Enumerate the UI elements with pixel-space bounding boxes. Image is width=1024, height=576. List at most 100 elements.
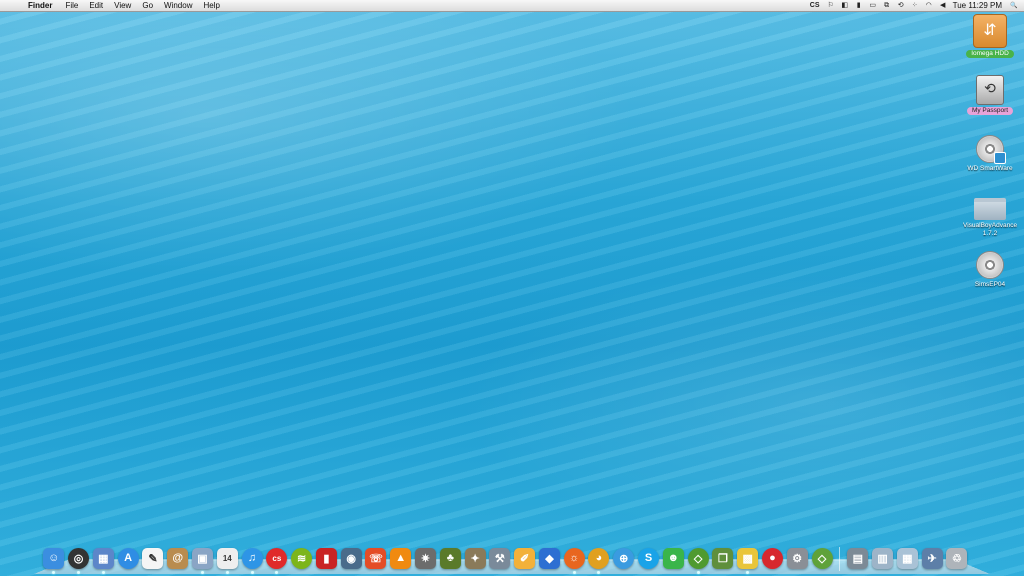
finder-icon: ☺ (43, 547, 65, 569)
dock-item-downloads-stack[interactable]: ▦ (896, 545, 920, 571)
menu-finder[interactable]: Finder (28, 0, 52, 12)
running-indicator (200, 571, 204, 574)
messages-icon: ☏ (365, 547, 387, 569)
running-indicator (572, 571, 576, 574)
dock-item-calendar[interactable]: 14 (215, 545, 239, 574)
dock-item-textedit[interactable]: ✎ (141, 545, 165, 571)
dock-item-system-preferences[interactable]: ⚙ (785, 545, 809, 571)
dock-item-vlc[interactable]: ▲ (389, 545, 413, 571)
menu-help[interactable]: Help (203, 0, 219, 12)
dock-item-applications-stack[interactable]: ▤ (846, 545, 870, 571)
disc-icon (976, 135, 1006, 164)
dock-item-sims-launcher[interactable]: ◇ (810, 545, 834, 571)
desktop-icon-label: SimsEP04 (974, 281, 1006, 288)
dock-item-firefox[interactable]: ☼ (562, 545, 586, 574)
running-indicator (250, 571, 254, 574)
menu-window[interactable]: Window (164, 0, 192, 12)
menu-edit[interactable]: Edit (89, 0, 103, 12)
sims-expansion-icon: ▩ (737, 547, 759, 569)
textedit-icon: ✎ (142, 547, 164, 569)
desktop-icon-iomega-hdd[interactable]: Iomega HDD (960, 14, 1020, 58)
desktop-icon-visualboyadvance[interactable]: VisualBoyAdvance 1.7.2 (960, 192, 1020, 237)
dock-item-notebook[interactable]: ❐ (711, 545, 735, 571)
volume-icon[interactable]: ◀ (939, 2, 947, 10)
dock-item-chrome[interactable]: ◕ (587, 545, 611, 574)
dock-item-game-app[interactable]: ♣ (439, 545, 463, 571)
desktop-icon-label: VisualBoyAdvance 1.7.2 (963, 222, 1018, 237)
dock-item-lastfm[interactable]: cs (265, 545, 289, 574)
desktop-icon-my-passport[interactable]: My Passport (960, 75, 1020, 115)
dock-item-spotify[interactable]: ≋ (290, 545, 314, 571)
menu-view[interactable]: View (114, 0, 131, 12)
dock-item-sims-expansion[interactable]: ▩ (736, 545, 760, 574)
calendar-icon: 14 (216, 547, 238, 569)
dock-item-messenger[interactable]: ☻ (662, 545, 686, 571)
system-preferences-icon: ⚙ (786, 547, 808, 569)
dock-item-itunes[interactable]: ♫ (240, 545, 264, 574)
messenger-icon: ☻ (662, 547, 684, 569)
firefox-icon: ☼ (563, 547, 585, 569)
running-indicator (225, 571, 229, 574)
dock-item-photo-booth[interactable]: ▮ (315, 545, 339, 571)
dock-item-app-store[interactable]: A (116, 545, 140, 571)
notebook-icon: ❐ (712, 547, 734, 569)
preview-icon: ▣ (191, 547, 213, 569)
dock-item-safari[interactable]: ⊕ (612, 545, 636, 571)
dock-item-finder[interactable]: ☺ (42, 545, 66, 574)
cs-icon[interactable]: CS (809, 2, 821, 10)
running-indicator (696, 571, 700, 574)
dots-icon[interactable]: ⁘ (911, 2, 919, 10)
dock-item-documents-stack[interactable]: ▥ (871, 545, 895, 571)
desktop-icon-label: My Passport (966, 107, 1014, 115)
dock-item-xcode[interactable]: ◆ (538, 545, 562, 571)
dock-item-iphoto[interactable]: ◉ (339, 545, 363, 571)
menu-go[interactable]: Go (142, 0, 153, 12)
documents-stack-icon: ▥ (872, 547, 894, 569)
xcode-tools-icon: ⚒ (489, 547, 511, 569)
dock-item-angry-birds[interactable]: ● (761, 545, 785, 571)
angry-birds-icon: ● (761, 547, 783, 569)
running-indicator (101, 571, 105, 574)
time-machine-drive-icon (976, 75, 1004, 105)
spotlight-search-icon[interactable]: 🔍 (1010, 2, 1018, 10)
dock-item-dashboard[interactable]: ◎ (67, 545, 91, 574)
notification-icon[interactable]: ⚐ (827, 2, 835, 10)
dock-item-preview[interactable]: ▣ (191, 545, 215, 574)
external-drive-icon (973, 14, 1007, 48)
dock-item-gimp[interactable]: ✦ (463, 545, 487, 571)
desktop-icon-simsep04[interactable]: SimsEP04 (960, 251, 1020, 289)
clock[interactable]: Tue 11:29 PM (953, 0, 1002, 12)
pages-icon: ✐ (514, 547, 536, 569)
dropbox-icon[interactable]: ◧ (841, 2, 849, 10)
dock-item-pages[interactable]: ✐ (513, 545, 537, 571)
desktop-icon-wd-smartware[interactable]: WD SmartWare (960, 135, 1020, 173)
desktop-icon-label: Iomega HDD (966, 50, 1014, 58)
vlc-icon: ▲ (390, 547, 412, 569)
dock: ☺ ◎ ▦ A ✎ @ ▣ 14 ♫ cs ≋ ▮ ◉ ☏ ▲ ✷ ♣ ✦ ⚒ ✐ ◆ ☼ ◕ ⊕ S ☻ ◇ ❐ ▩ ● ⚙ ◇ ▤ ▥ ▦ ✈ ♲ (42, 543, 970, 574)
dock-item-contacts[interactable]: @ (166, 545, 190, 571)
dock-item-mission-control[interactable]: ▦ (92, 545, 116, 574)
dock-item-messages[interactable]: ☏ (364, 545, 388, 571)
photo-booth-icon: ▮ (315, 547, 337, 569)
trash-icon: ♲ (946, 547, 968, 569)
dock-item-trash[interactable]: ♲ (945, 545, 969, 571)
gimp-icon: ✦ (464, 547, 486, 569)
dock-item-xcode-tools[interactable]: ⚒ (488, 545, 512, 571)
time-machine-icon[interactable]: ⟲ (897, 2, 905, 10)
display-icon[interactable]: ▭ (869, 2, 877, 10)
sims-launcher-icon: ◇ (811, 547, 833, 569)
battery-status-icon[interactable]: ▮ (855, 2, 863, 10)
dock-item-skype[interactable]: S (637, 545, 661, 571)
folder-icon (974, 198, 1006, 220)
menu-file[interactable]: File (65, 0, 78, 12)
dock-item-sims[interactable]: ◇ (686, 545, 710, 574)
lastfm-icon: cs (266, 547, 288, 569)
pinwheel-icon: ✷ (415, 547, 437, 569)
safari-icon: ⊕ (613, 547, 635, 569)
display-mirror-icon[interactable]: ⧉ (883, 2, 891, 10)
sims-icon: ◇ (687, 547, 709, 569)
dock-item-utilities-stack[interactable]: ✈ (920, 545, 944, 571)
dock-item-pinwheel[interactable]: ✷ (414, 545, 438, 571)
wifi-icon[interactable]: ◠ (925, 2, 933, 10)
iphoto-icon: ◉ (340, 547, 362, 569)
